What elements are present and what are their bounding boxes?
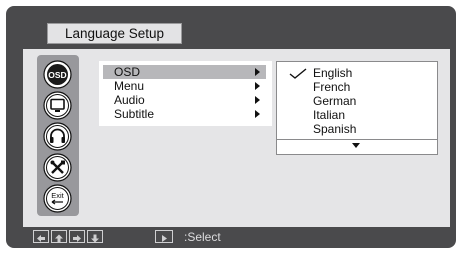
menu-item-osd[interactable]: OSD [103, 65, 266, 79]
monitor-icon[interactable] [43, 91, 72, 120]
headphones-icon[interactable] [43, 122, 72, 151]
screen-frame: Language Setup OSD Exit OSD Menu Audio S… [6, 6, 456, 248]
osd-icon[interactable]: OSD [43, 60, 72, 89]
checkmark-icon [289, 68, 307, 79]
exit-icon-label: Exit [51, 191, 64, 200]
submenu-arrow-icon [255, 110, 260, 118]
menu-item-label: Menu [114, 79, 145, 93]
scroll-down-icon[interactable] [352, 143, 360, 148]
down-arrow-icon [87, 230, 103, 243]
play-icon [155, 230, 173, 243]
language-option-french[interactable]: French [313, 80, 350, 94]
osd-icon-label: OSD [48, 70, 66, 80]
select-hint: :Select [184, 230, 221, 244]
menu-item-label: OSD [114, 65, 141, 79]
language-option-spanish[interactable]: Spanish [313, 122, 356, 136]
tools-icon[interactable] [43, 153, 72, 182]
menu-item-menu[interactable]: Menu [103, 79, 266, 93]
language-option-english[interactable]: English [313, 66, 352, 80]
menu-item-label: Subtitle [114, 107, 155, 121]
up-arrow-icon [51, 230, 67, 243]
exit-icon[interactable]: Exit [43, 184, 72, 213]
setup-panel: OSD Exit OSD Menu Audio Subtitle English… [23, 49, 450, 227]
right-arrow-icon [69, 230, 85, 243]
footer-bar: :Select [33, 228, 453, 246]
menu-item-label: Audio [114, 93, 145, 107]
menu-item-subtitle[interactable]: Subtitle [103, 107, 266, 121]
menu-item-audio[interactable]: Audio [103, 93, 266, 107]
menu-list: OSD Menu Audio Subtitle [99, 61, 272, 126]
submenu-arrow-icon [255, 96, 260, 104]
submenu-arrow-icon [255, 68, 260, 76]
language-list: English French German Italian Spanish [276, 61, 438, 155]
left-arrow-icon [33, 230, 49, 243]
language-option-italian[interactable]: Italian [313, 108, 345, 122]
submenu-arrow-icon [255, 82, 260, 90]
language-option-german[interactable]: German [313, 94, 356, 108]
divider [277, 139, 437, 140]
page-title: Language Setup [47, 23, 182, 44]
sidebar: OSD Exit [37, 55, 79, 216]
